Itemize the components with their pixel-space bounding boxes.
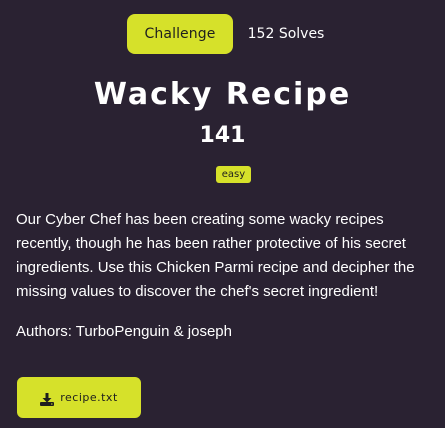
tab-solves[interactable]: 152 Solves [237,14,335,54]
challenge-modal: Challenge 152 Solves Wacky Recipe 141 ea… [0,0,445,428]
challenge-description: Our Cyber Chef has been creating some wa… [16,211,415,300]
challenge-title: Wacky Recipe [93,77,352,112]
download-file-label: recipe.txt [60,391,118,404]
tab-challenge[interactable]: Challenge [127,14,233,54]
download-file-button[interactable]: recipe.txt [17,377,141,418]
modal-tabs: Challenge 152 Solves [0,14,445,54]
difficulty-badge: easy [216,166,251,183]
download-icon [40,391,55,406]
challenge-points: 141 [199,123,246,148]
challenge-authors: Authors: TurboPenguin & joseph [16,323,232,340]
